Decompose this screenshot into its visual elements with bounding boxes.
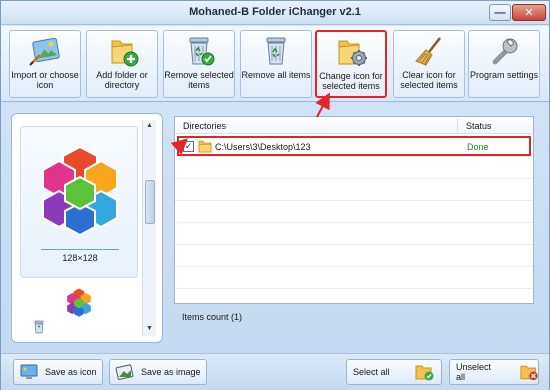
import-icon-button[interactable]: Import or choose icon	[9, 30, 81, 98]
preview-scrollbar[interactable]: ▲ ▼	[142, 120, 156, 336]
broom-icon	[415, 37, 441, 66]
recycle-bin-check-icon	[189, 37, 215, 66]
folder-remove-icon	[520, 365, 538, 381]
remove-all-label: Remove all items	[241, 70, 311, 80]
column-header-directories[interactable]: Directories	[183, 121, 226, 131]
column-header-status[interactable]: Status	[466, 121, 492, 131]
program-settings-button[interactable]: Program settings	[468, 30, 540, 98]
list-grid	[175, 135, 533, 303]
import-icon-label: Import or choose icon	[11, 70, 79, 90]
clear-icon-button[interactable]: Clear icon for selected items	[393, 30, 465, 98]
wrench-icon	[492, 38, 518, 65]
scroll-up-arrow-icon[interactable]: ▲	[146, 122, 153, 129]
size-underline	[41, 249, 119, 250]
import-image-icon	[29, 37, 60, 66]
change-icon-button[interactable]: Change icon for selected items	[315, 30, 387, 98]
save-as-image-label: Save as image	[141, 367, 201, 377]
save-as-icon-label: Save as icon	[45, 367, 97, 377]
select-all-button[interactable]: Select all	[346, 359, 442, 385]
column-separator	[457, 119, 458, 133]
image-save-icon	[115, 364, 134, 380]
select-all-label: Select all	[353, 367, 390, 377]
save-as-icon-button[interactable]: Save as icon	[13, 359, 103, 385]
title-bar[interactable]: Mohaned-B Folder iChanger v2.1 — ✕	[1, 1, 549, 25]
remove-selected-label: Remove selected items	[164, 70, 234, 90]
unselect-all-label: Unselect all	[456, 362, 492, 382]
unselect-all-button[interactable]: Unselect all	[449, 359, 539, 385]
program-settings-label: Program settings	[469, 70, 539, 80]
preview-size-label: 128×128	[62, 253, 98, 263]
items-count: Items count (1)	[182, 312, 243, 322]
app-window: Mohaned-B Folder iChanger v2.1 — ✕ Impor…	[0, 0, 550, 390]
change-icon-label: Change icon for selected items	[319, 71, 383, 91]
save-as-image-button[interactable]: Save as image	[109, 359, 207, 385]
window-title: Mohaned-B Folder iChanger v2.1	[189, 6, 361, 18]
toolbar: Import or choose icon Add folder or dire…	[1, 26, 549, 102]
small-recycle-bin-icon[interactable]	[32, 320, 46, 334]
scrollbar-thumb[interactable]	[145, 180, 155, 224]
scroll-down-arrow-icon[interactable]: ▼	[146, 325, 153, 332]
folder-check-icon	[415, 365, 434, 381]
bottom-bar: Save as icon Save as image Select all Un…	[1, 353, 549, 390]
icon-preview-panel: 128×128 ▲ ▼	[11, 113, 163, 343]
add-folder-label: Add folder or directory	[96, 70, 148, 90]
remove-selected-button[interactable]: Remove selected items	[163, 30, 235, 98]
icon-preview-list[interactable]: 128×128	[18, 120, 142, 336]
list-header: Directories Status	[175, 117, 533, 134]
clear-icon-label: Clear icon for selected items	[400, 70, 458, 90]
minimize-button[interactable]: —	[489, 4, 511, 21]
hexagon-cluster-small-icon[interactable]	[62, 286, 96, 318]
hexagon-cluster-icon	[42, 145, 118, 237]
add-folder-icon	[111, 40, 139, 67]
remove-all-button[interactable]: Remove all items	[240, 30, 312, 98]
folder-gear-icon	[338, 40, 367, 66]
recycle-bin-icon	[266, 37, 286, 65]
preview-item-128[interactable]: 128×128	[20, 126, 138, 278]
monitor-icon	[20, 364, 38, 379]
close-button[interactable]: ✕	[512, 4, 546, 21]
row-highlight-annotation	[177, 136, 531, 156]
add-folder-button[interactable]: Add folder or directory	[86, 30, 158, 98]
